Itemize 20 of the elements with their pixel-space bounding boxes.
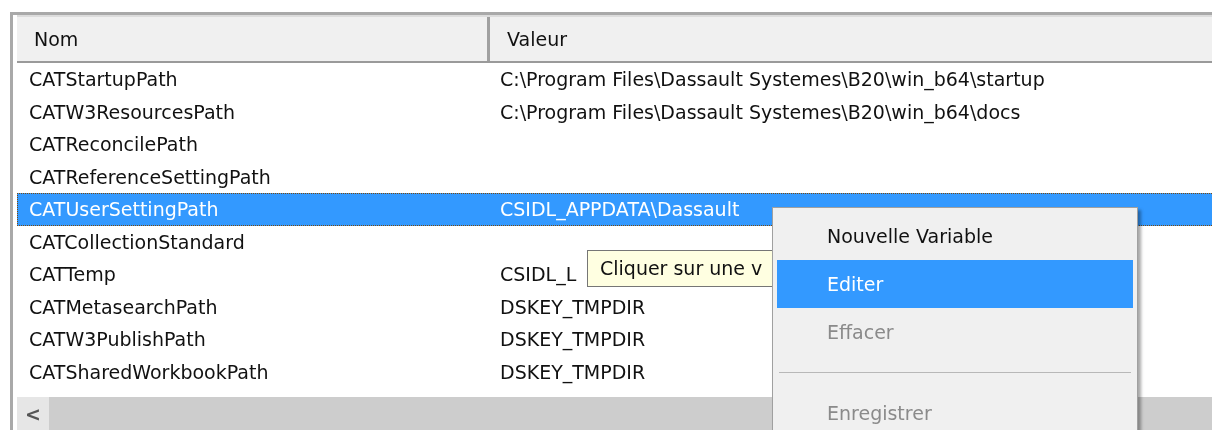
column-header[interactable]: Valeur (490, 17, 567, 61)
name-cell-text: CATUserSettingPath (28, 198, 220, 221)
name-cell-text: CATReconcilePath (28, 133, 199, 156)
value-cell-text: DSKEY_TMPDIR (499, 328, 646, 351)
value-cell-text: CSIDL_L (499, 263, 577, 286)
column-header[interactable]: Nom (17, 17, 490, 61)
value-cell-text: C:\Program Files\Dassault Systemes\B20\win_b64\docs (499, 100, 1021, 123)
value-cell-text: C:\Program Files\Dassault Systemes\B20\win_b64\startup (499, 68, 1045, 91)
value-cell-text: DSKEY_TMPDIR (499, 360, 646, 383)
value-cell-text: CSIDL_APPDATA\Dassault (499, 198, 740, 221)
scroll-left-button[interactable]: < (17, 397, 49, 430)
name-cell-text: CATW3PublishPath (28, 328, 207, 351)
name-cell-text: CATStartupPath (28, 68, 179, 91)
name-cell-text: CATCollectionStandard (28, 230, 246, 253)
name-cell-text: CATReferenceSettingPath (28, 165, 272, 188)
name-cell-text: CATSharedWorkbookPath (28, 360, 270, 383)
name-cell-text: CATW3ResourcesPath (28, 100, 237, 123)
value-cell-text: DSKEY_TMPDIR (499, 295, 646, 318)
name-cell-text: CATTemp (28, 263, 117, 286)
name-cell-text: CATMetasearchPath (28, 295, 219, 318)
